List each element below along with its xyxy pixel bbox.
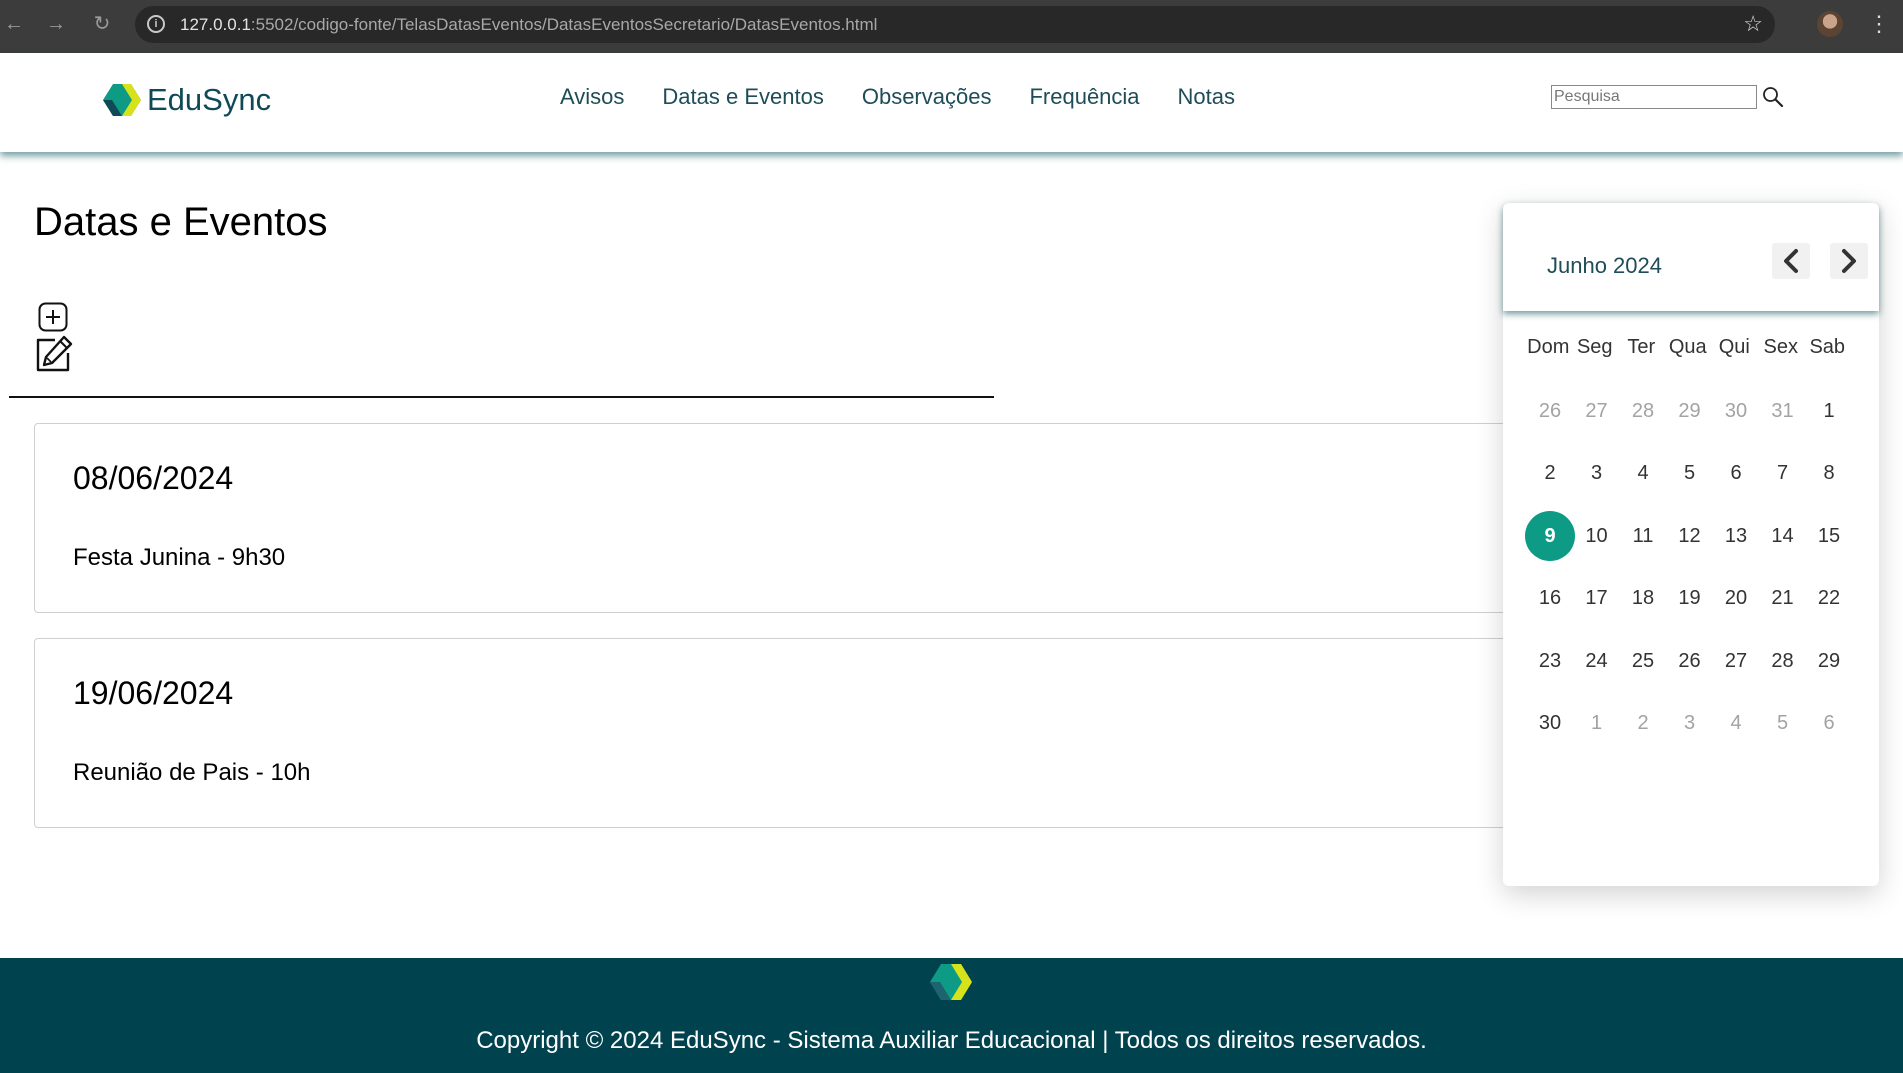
calendar-day[interactable]: 16 xyxy=(1525,574,1575,624)
calendar-day[interactable]: 15 xyxy=(1804,511,1854,561)
calendar-day[interactable]: 28 xyxy=(1758,636,1808,686)
forward-icon[interactable]: → xyxy=(42,10,70,38)
search-icon[interactable] xyxy=(1762,86,1784,108)
calendar-day[interactable]: 30 xyxy=(1711,386,1761,436)
event-description: Festa Junina - 9h30 xyxy=(73,544,286,571)
calendar-day[interactable]: 21 xyxy=(1758,574,1808,624)
calendar-day[interactable]: 6 xyxy=(1804,699,1854,749)
calendar-day[interactable]: 4 xyxy=(1618,449,1668,499)
calendar-day[interactable]: 8 xyxy=(1804,449,1854,499)
nav-datas-eventos[interactable]: Datas e Eventos xyxy=(662,84,823,110)
event-card[interactable]: 19/06/2024 Reunião de Pais - 10h xyxy=(34,638,1514,828)
url-path: :5502/codigo-fonte/TelasDatasEventos/Dat… xyxy=(250,15,878,34)
weekday-label: Qua xyxy=(1668,336,1707,358)
calendar-day[interactable]: 1 xyxy=(1572,699,1622,749)
calendar-day[interactable]: 29 xyxy=(1804,636,1854,686)
calendar-day[interactable]: 1 xyxy=(1804,386,1854,436)
weekday-label: Seg xyxy=(1576,336,1613,358)
calendar-next-button[interactable] xyxy=(1830,243,1868,279)
calendar-day[interactable]: 5 xyxy=(1665,449,1715,499)
calendar-day[interactable]: 3 xyxy=(1572,449,1622,499)
calendar-day[interactable]: 17 xyxy=(1572,574,1622,624)
calendar-header: Junho 2024 xyxy=(1503,203,1879,311)
calendar-day[interactable]: 31 xyxy=(1758,386,1808,436)
chevron-left-icon xyxy=(1784,249,1798,273)
nav-notas[interactable]: Notas xyxy=(1178,84,1235,110)
footer-logo-icon xyxy=(930,964,972,1000)
calendar-day[interactable]: 4 xyxy=(1711,699,1761,749)
url-host: 127.0.0.1 xyxy=(180,15,251,34)
site-info-icon[interactable]: i xyxy=(147,15,165,33)
calendar-day[interactable]: 3 xyxy=(1665,699,1715,749)
calendar-day[interactable]: 13 xyxy=(1711,511,1761,561)
search-input[interactable] xyxy=(1551,85,1757,109)
calendar-day[interactable]: 11 xyxy=(1618,511,1668,561)
calendar-day[interactable]: 30 xyxy=(1525,699,1575,749)
brand-logo[interactable]: EduSync xyxy=(103,82,271,118)
weekday-label: Ter xyxy=(1627,336,1656,358)
calendar-prev-button[interactable] xyxy=(1772,243,1810,279)
event-description: Reunião de Pais - 10h xyxy=(73,759,311,786)
event-date: 19/06/2024 xyxy=(73,675,234,711)
profile-avatar[interactable] xyxy=(1817,11,1843,37)
calendar-day[interactable]: 23 xyxy=(1525,636,1575,686)
calendar-day[interactable]: 27 xyxy=(1711,636,1761,686)
calendar-day[interactable]: 26 xyxy=(1525,386,1575,436)
weekday-label: Qui xyxy=(1718,336,1750,358)
reload-icon[interactable]: ↻ xyxy=(88,10,116,38)
calendar-day[interactable]: 7 xyxy=(1758,449,1808,499)
event-date: 08/06/2024 xyxy=(73,460,234,496)
calendar-day[interactable]: 26 xyxy=(1665,636,1715,686)
main-nav: Avisos Datas e Eventos Observações Frequ… xyxy=(560,84,1273,110)
nav-observacoes[interactable]: Observações xyxy=(862,84,992,110)
site-header: EduSync Avisos Datas e Eventos Observaçõ… xyxy=(0,53,1903,152)
calendar-day[interactable]: 24 xyxy=(1572,636,1622,686)
calendar-widget: Junho 2024 Dom Seg Ter Qua Qui Sex Sab 2… xyxy=(1503,203,1879,886)
calendar-day[interactable]: 18 xyxy=(1618,574,1668,624)
chevron-right-icon xyxy=(1842,249,1856,273)
calendar-day[interactable]: 20 xyxy=(1711,574,1761,624)
calendar-day-selected[interactable]: 9 xyxy=(1525,511,1575,561)
edit-event-icon[interactable] xyxy=(33,334,73,374)
calendar-day[interactable]: 22 xyxy=(1804,574,1854,624)
section-divider xyxy=(9,396,994,398)
calendar-day[interactable]: 14 xyxy=(1758,511,1808,561)
add-event-icon[interactable] xyxy=(38,302,68,332)
url-text[interactable]: 127.0.0.1:5502/codigo-fonte/TelasDatasEv… xyxy=(180,15,877,35)
calendar-day[interactable]: 19 xyxy=(1665,574,1715,624)
calendar-days-grid: 26 27 28 29 30 31 1 2 3 4 5 6 7 8 9 10 11 12 13 14 15 16 17 18 1… xyxy=(1525,386,1851,761)
address-bar[interactable]: i 127.0.0.1:5502/codigo-fonte/TelasDatas… xyxy=(135,6,1775,43)
brand-name: EduSync xyxy=(147,82,272,117)
calendar-day[interactable]: 12 xyxy=(1665,511,1715,561)
weekday-label: Sab xyxy=(1809,336,1846,358)
calendar-day[interactable]: 28 xyxy=(1618,386,1668,436)
calendar-day[interactable]: 6 xyxy=(1711,449,1761,499)
calendar-day[interactable]: 10 xyxy=(1572,511,1622,561)
calendar-day[interactable]: 5 xyxy=(1758,699,1808,749)
weekday-label: Dom xyxy=(1527,336,1570,358)
bookmark-star-icon[interactable]: ☆ xyxy=(1743,11,1763,37)
browser-toolbar: ← → ↻ i 127.0.0.1:5502/codigo-fonte/Tela… xyxy=(0,0,1903,53)
weekday-label: Sex xyxy=(1763,336,1798,358)
calendar-day[interactable]: 2 xyxy=(1618,699,1668,749)
calendar-day[interactable]: 25 xyxy=(1618,636,1668,686)
site-footer: Copyright © 2024 EduSync - Sistema Auxil… xyxy=(0,958,1903,1073)
event-card[interactable]: 08/06/2024 Festa Junina - 9h30 xyxy=(34,423,1514,613)
copyright-text: Copyright © 2024 EduSync - Sistema Auxil… xyxy=(476,1027,1427,1054)
calendar-day[interactable]: 27 xyxy=(1572,386,1622,436)
calendar-day[interactable]: 29 xyxy=(1665,386,1715,436)
nav-frequencia[interactable]: Frequência xyxy=(1029,84,1139,110)
calendar-day[interactable]: 2 xyxy=(1525,449,1575,499)
calendar-weekdays: Dom Seg Ter Qua Qui Sex Sab xyxy=(1525,336,1851,359)
browser-menu-icon[interactable]: ⋮ xyxy=(1868,10,1890,38)
back-icon[interactable]: ← xyxy=(0,10,28,38)
nav-avisos[interactable]: Avisos xyxy=(560,84,624,110)
edusync-logo-icon xyxy=(103,84,141,116)
page-title: Datas e Eventos xyxy=(34,200,328,244)
calendar-month-label: Junho 2024 xyxy=(1547,253,1662,278)
